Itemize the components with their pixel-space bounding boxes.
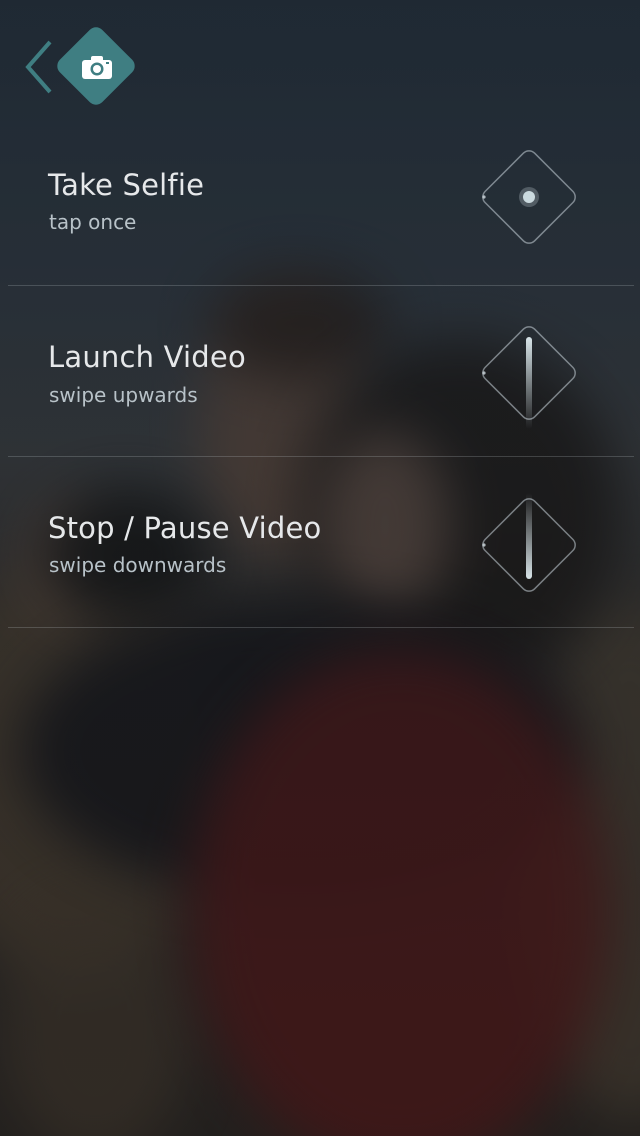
gesture-row-launch-video: Launch Video swipe upwards xyxy=(8,288,634,458)
gesture-title: Launch Video xyxy=(48,340,246,374)
gesture-row-stop-pause-video: Stop / Pause Video swipe downwards xyxy=(8,458,634,628)
gesture-title: Stop / Pause Video xyxy=(48,511,322,545)
divider xyxy=(8,285,634,286)
divider xyxy=(8,627,634,628)
back-button[interactable] xyxy=(22,38,56,96)
tap-gesture-icon xyxy=(482,150,576,244)
swipe-down-gesture-icon xyxy=(482,493,576,592)
gesture-row-take-selfie: Take Selfie tap once xyxy=(8,118,634,288)
camera-icon xyxy=(78,50,116,84)
gesture-title: Take Selfie xyxy=(48,168,205,202)
chevron-left-icon xyxy=(25,40,52,94)
swipe-up-gesture-icon xyxy=(482,326,576,429)
gesture-subtitle: swipe downwards xyxy=(49,553,227,577)
gesture-subtitle: swipe upwards xyxy=(49,383,198,407)
divider xyxy=(8,456,634,457)
gesture-subtitle: tap once xyxy=(49,210,137,234)
